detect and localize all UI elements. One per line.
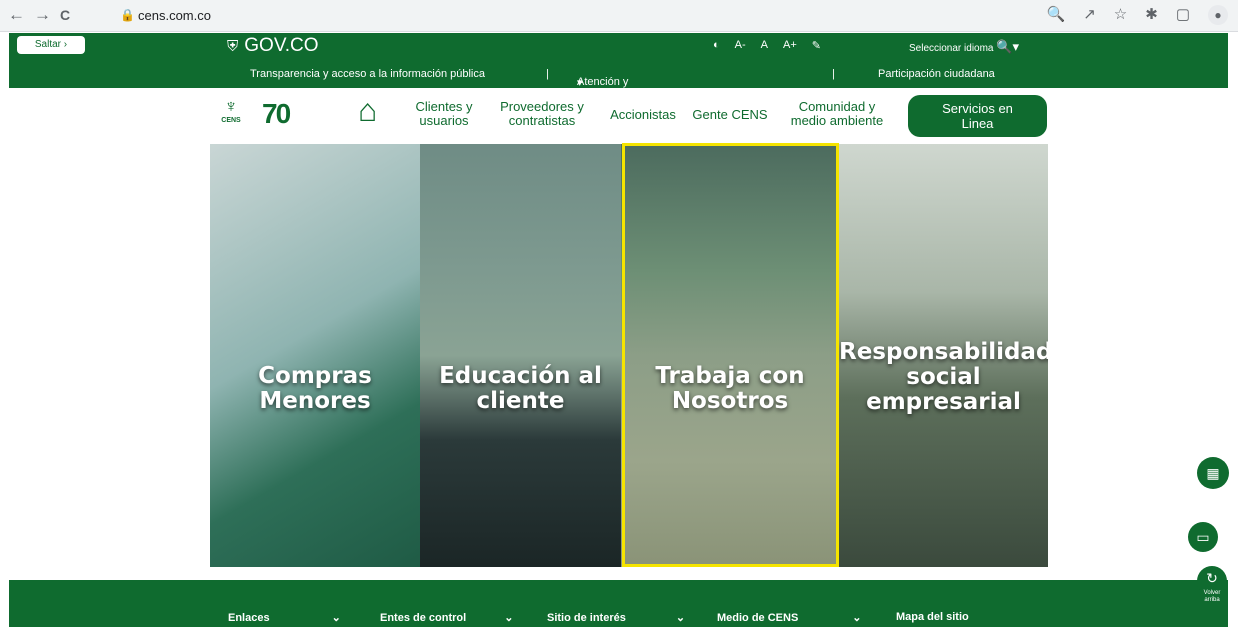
services-label: Servicios en <box>942 101 1013 116</box>
language-search-icon: 🔍▾ <box>996 39 1019 54</box>
nav-label: Accionistas <box>610 107 676 122</box>
separator: | <box>546 68 549 80</box>
font-increase-button[interactable]: A+ <box>783 39 797 52</box>
footer-medio-cens[interactable]: Medio de CENS ⌄ <box>717 611 862 624</box>
share-icon[interactable]: ↗ <box>1083 5 1096 25</box>
panel-title-line: empresarial <box>866 389 1021 415</box>
panel-title-line: social <box>906 364 981 390</box>
panel-educacion-cliente[interactable]: Educación al cliente <box>420 144 621 567</box>
font-normal-button[interactable]: A <box>761 39 768 52</box>
transparency-link[interactable]: Transparencia y acceso a la información … <box>250 68 485 80</box>
pen-icon[interactable]: ✎ <box>812 39 821 52</box>
panel-title-line: Responsabilidad <box>839 339 1048 365</box>
calendar-icon[interactable]: ▦ <box>1197 457 1229 489</box>
back-to-top-icon[interactable]: ↻ <box>1197 566 1227 590</box>
nav-proveedores[interactable]: Proveedores y contratistas <box>494 100 590 128</box>
language-selector[interactable]: Seleccionar idioma 🔍▾ <box>909 39 1019 55</box>
browser-toolbar: ← → C 🔒 cens.com.co 🔍 ↗ ☆ ✱ ▢ ● <box>0 0 1238 32</box>
split-view-icon[interactable]: ▢ <box>1176 5 1190 25</box>
panel-title: Compras Menores <box>210 364 420 414</box>
panel-title: Responsabilidad social empresarial <box>839 340 1048 415</box>
back-arrow-icon[interactable]: ← <box>8 5 25 25</box>
nav-label: Comunidad y <box>798 99 876 114</box>
footer-bar: Enlaces ⌄ Entes de control ⌄ Sitio de inte… <box>9 580 1228 627</box>
nav-label: Proveedores y <box>500 99 584 114</box>
tower-icon: ♆ <box>224 96 238 116</box>
panel-title: Educación al cliente <box>420 364 621 414</box>
footer-entes-control[interactable]: Entes de control ⌄ <box>380 611 513 624</box>
footer-label: Entes de control <box>380 612 467 624</box>
url-text[interactable]: cens.com.co <box>138 8 211 23</box>
citizen-links-bar: Transparencia y acceso a la información … <box>9 60 1228 124</box>
nav-clientes[interactable]: Clientes y usuarios <box>406 100 482 128</box>
main-navigation: ♆ CENS 70 ⌂ Clientes y usuarios Proveedo… <box>0 88 1238 144</box>
lock-icon: 🔒 <box>120 8 135 22</box>
panel-title-line: cliente <box>476 388 565 414</box>
footer-label: Medio de CENS <box>717 612 799 624</box>
font-decrease-button[interactable]: A- <box>735 39 746 52</box>
footer-mapa-sitio[interactable]: Mapa del sitio <box>896 611 969 623</box>
forward-arrow-icon[interactable]: → <box>34 5 51 25</box>
skip-link-button[interactable]: Saltar › <box>17 36 85 54</box>
gov-top-bar: Saltar › ⛨ GOV.CO ◐ A- A A+ ✎ Seleccionar… <box>9 33 1228 60</box>
footer-sitio-interes[interactable]: Sitio de interés ⌄ <box>547 611 685 624</box>
panel-compras-menores[interactable]: Compras Menores <box>210 144 420 567</box>
nav-label: Clientes y <box>415 99 473 114</box>
chevron-down-icon: ⌄ <box>504 612 514 624</box>
panel-title-line: Educación al <box>439 363 602 389</box>
extensions-icon[interactable]: ✱ <box>1145 5 1158 25</box>
panel-responsabilidad-social[interactable]: Responsabilidad social empresarial <box>839 144 1048 567</box>
chat-icon[interactable]: ▭ <box>1188 522 1218 552</box>
nav-label: Gente CENS <box>692 107 768 122</box>
nav-label: medio ambiente <box>790 113 884 128</box>
page: ← → C 🔒 cens.com.co 🔍 ↗ ☆ ✱ ▢ ● Saltar ›… <box>0 0 1238 627</box>
language-label: Seleccionar idioma <box>909 43 994 54</box>
gov-shield-icon: ⛨ <box>227 38 239 55</box>
participacion-link[interactable]: Participación ciudadana <box>878 68 995 80</box>
bookmark-star-icon[interactable]: ☆ <box>1114 5 1127 25</box>
reload-icon[interactable]: C <box>60 7 70 23</box>
contrast-icon[interactable]: ◐ <box>713 39 720 52</box>
accessibility-tools: ◐ A- A A+ ✎ <box>713 39 821 52</box>
services-label: Linea <box>961 116 994 131</box>
separator: | <box>832 68 835 80</box>
gov-co-text: GOV.CO <box>244 35 319 56</box>
servicios-en-linea-button[interactable]: Servicios en Linea <box>908 95 1047 137</box>
seventy-years-logo: 70 <box>262 98 291 129</box>
nav-label: usuarios <box>419 113 469 128</box>
chevron-down-icon: ⌄ <box>331 612 341 624</box>
cens-logo-text: CENS <box>221 117 241 124</box>
profile-avatar-icon[interactable]: ● <box>1208 5 1228 25</box>
chevron-down-icon: ⌄ <box>675 612 686 624</box>
cens-logo[interactable]: ♆ CENS <box>218 96 244 136</box>
panel-title-line: Menores <box>259 388 371 414</box>
nav-label: contratistas <box>508 113 576 128</box>
footer-enlaces[interactable]: Enlaces ⌄ <box>228 611 341 624</box>
nav-gente-cens[interactable]: Gente CENS <box>690 108 770 122</box>
browser-actions: 🔍 ↗ ☆ ✱ ▢ ● <box>1047 5 1228 25</box>
zoom-icon[interactable]: 🔍 <box>1047 5 1066 25</box>
focus-highlight-frame <box>622 143 839 567</box>
nav-accionistas[interactable]: Accionistas <box>604 108 682 122</box>
back-to-top-label: Volver arriba <box>1203 590 1221 603</box>
gov-co-logo[interactable]: ⛨ GOV.CO <box>227 35 319 57</box>
footer-label: Sitio de interés <box>547 612 626 624</box>
nav-comunidad[interactable]: Comunidad y medio ambiente <box>782 100 892 128</box>
chevron-down-icon: ⌄ <box>852 612 862 624</box>
footer-label: Enlaces <box>228 612 270 624</box>
home-icon[interactable]: ⌂ <box>358 92 377 129</box>
panel-title-line: Compras <box>258 363 372 389</box>
